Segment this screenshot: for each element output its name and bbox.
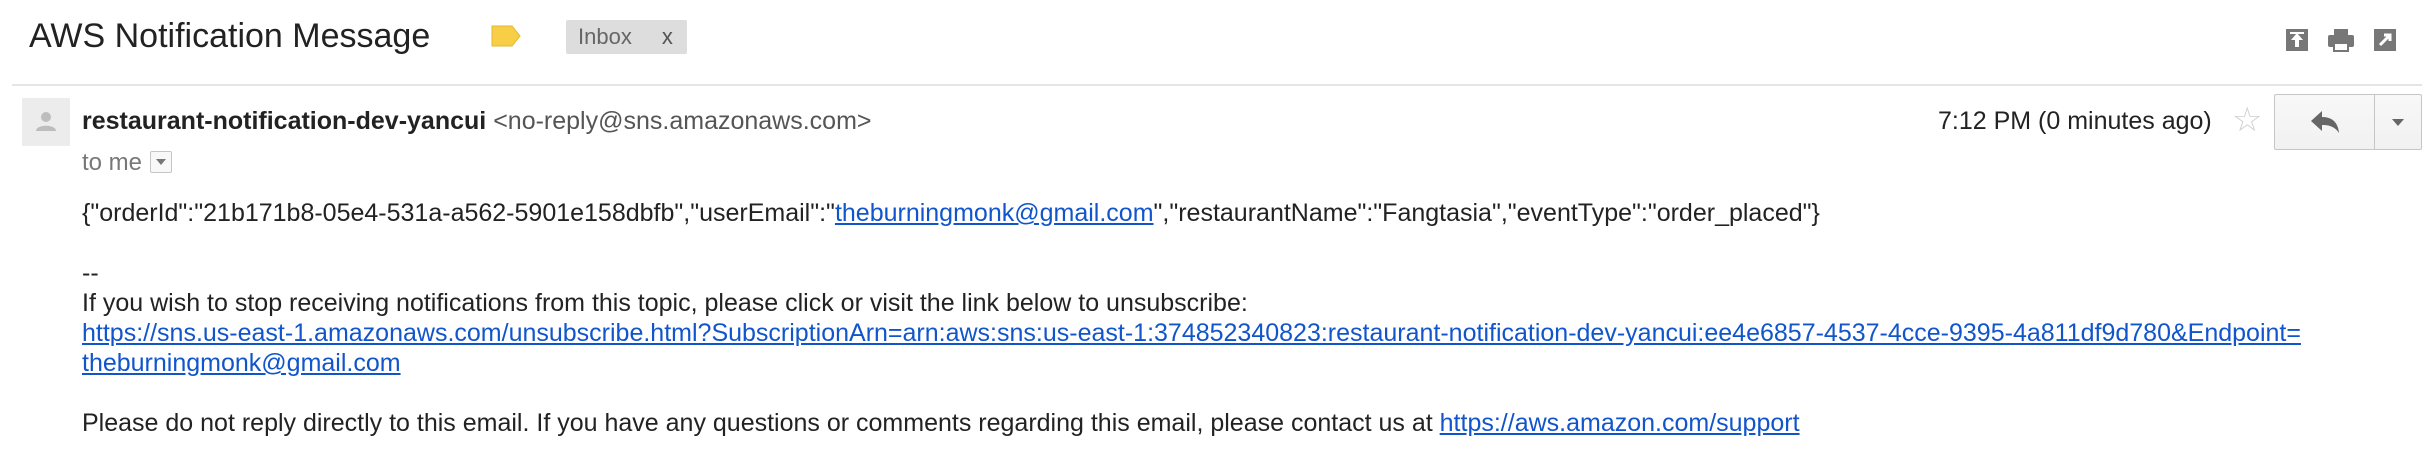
support-link[interactable]: https://aws.amazon.com/support xyxy=(1440,409,1800,437)
reply-button-group xyxy=(2274,94,2422,150)
unsubscribe-link-line-2: theburningmonk@gmail.com xyxy=(82,348,401,378)
remove-label-button[interactable]: x xyxy=(662,24,673,49)
json-payload-line: {"orderId":"21b171b8-05e4-531a-a562-5901… xyxy=(82,198,1820,228)
recipient-details-dropdown[interactable] xyxy=(150,150,173,173)
print-icon[interactable] xyxy=(2324,24,2358,56)
footer-text: Please do not reply directly to this ema… xyxy=(82,409,1440,437)
recipient-text: to me xyxy=(82,149,143,176)
json-prefix: {"orderId":"21b171b8-05e4-531a-a562-5901… xyxy=(82,199,835,227)
reply-button[interactable] xyxy=(2275,95,2375,149)
reply-icon xyxy=(2311,111,2339,133)
user-email-link[interactable]: theburningmonk@gmail.com xyxy=(835,199,1154,227)
header-divider xyxy=(12,84,2422,86)
inbox-label-chip[interactable]: Inbox x xyxy=(566,20,687,54)
unsubscribe-link-continuation[interactable]: theburningmonk@gmail.com xyxy=(82,349,401,377)
unsubscribe-text: If you wish to stop receiving notificati… xyxy=(82,289,1248,317)
signature-separator: -- xyxy=(82,259,99,287)
new-window-icon[interactable] xyxy=(2280,24,2314,56)
label-tag-icon[interactable] xyxy=(490,24,522,48)
json-suffix: ","restaurantName":"Fangtasia","eventTyp… xyxy=(1153,199,1820,227)
inbox-label-text: Inbox xyxy=(578,24,632,49)
unsubscribe-link[interactable]: https://sns.us-east-1.amazonaws.com/unsu… xyxy=(82,319,2301,347)
unsubscribe-link-line-1: https://sns.us-east-1.amazonaws.com/unsu… xyxy=(82,318,2301,348)
star-icon[interactable]: ☆ xyxy=(2232,102,2262,138)
more-options-button[interactable] xyxy=(2375,95,2421,149)
sender-line: restaurant-notification-dev-yancui <no-r… xyxy=(82,104,872,138)
expand-icon[interactable] xyxy=(2368,24,2402,56)
footer-line: Please do not reply directly to this ema… xyxy=(82,408,1800,438)
recipient-line: to me xyxy=(82,146,173,180)
avatar xyxy=(22,98,70,146)
email-subject: AWS Notification Message xyxy=(29,17,431,55)
sender-email: <no-reply@sns.amazonaws.com> xyxy=(493,107,872,135)
timestamp: 7:12 PM (0 minutes ago) xyxy=(1938,107,2212,135)
sender-name[interactable]: restaurant-notification-dev-yancui xyxy=(82,107,486,135)
